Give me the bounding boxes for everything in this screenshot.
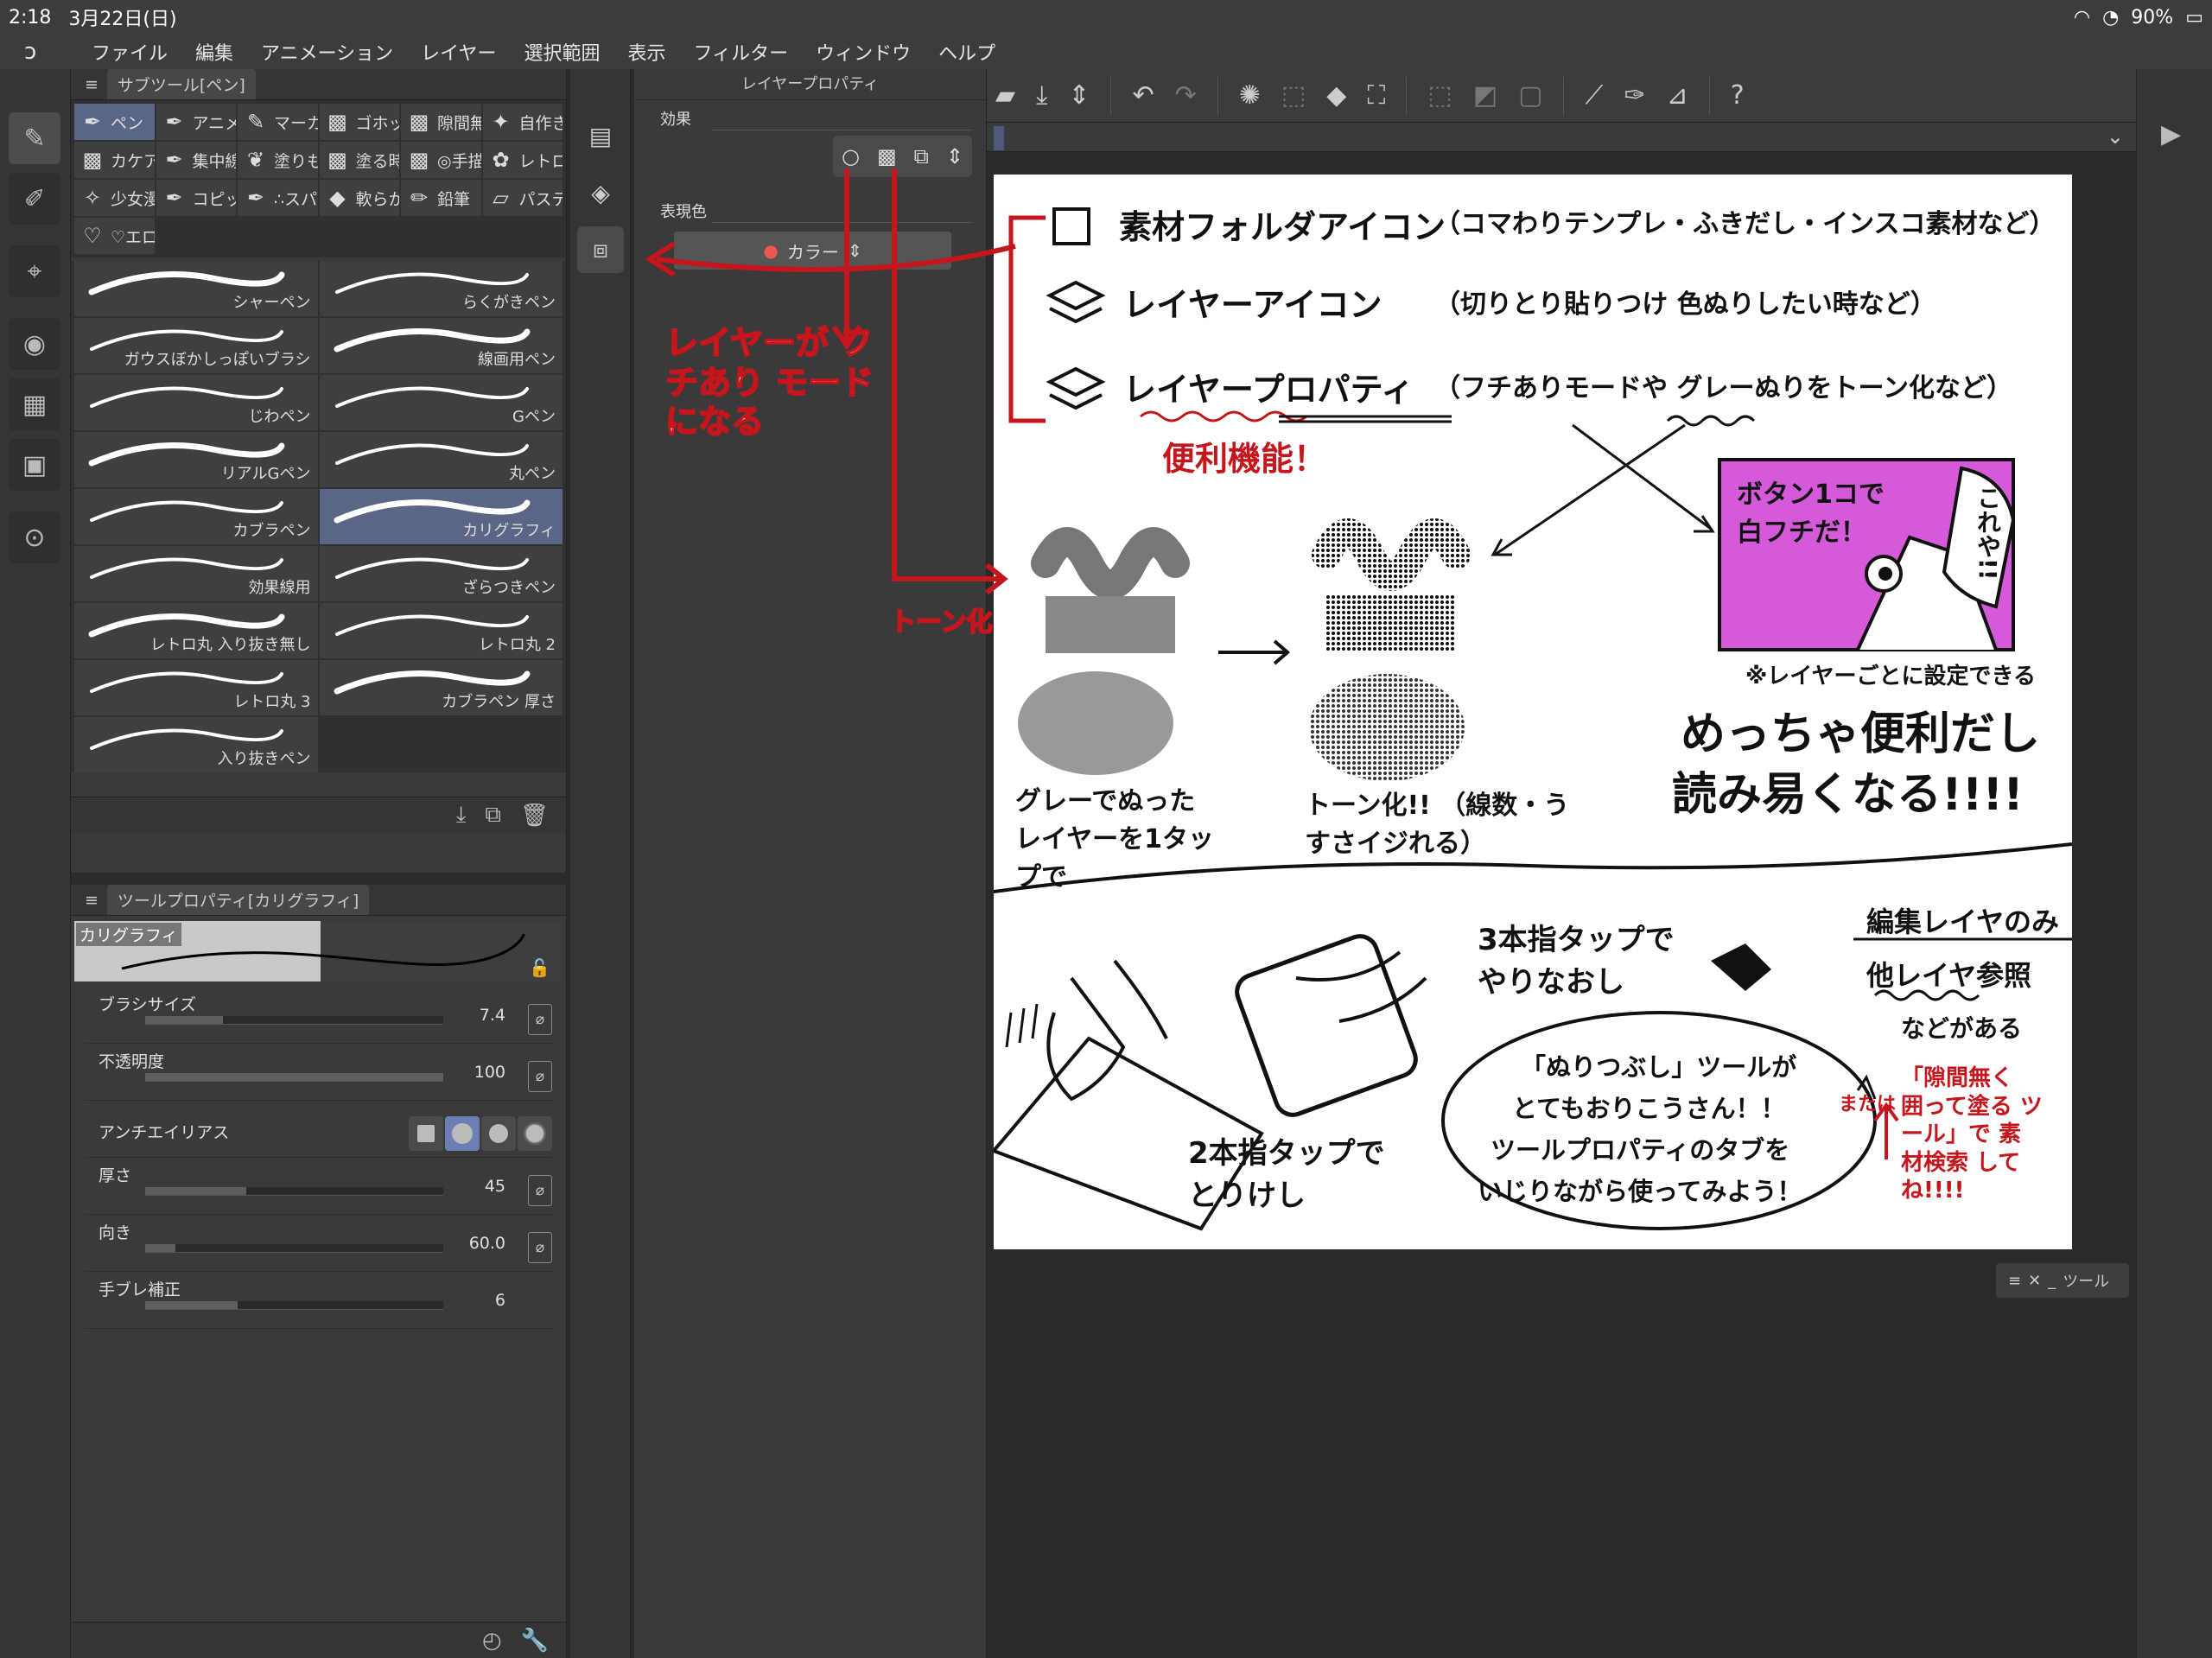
tone-annotation: トーン化 [889, 607, 993, 638]
outline-mode-annotation: レイヤーが フチあり モードになる [664, 323, 874, 441]
annotation-arrows [645, 168, 1016, 595]
